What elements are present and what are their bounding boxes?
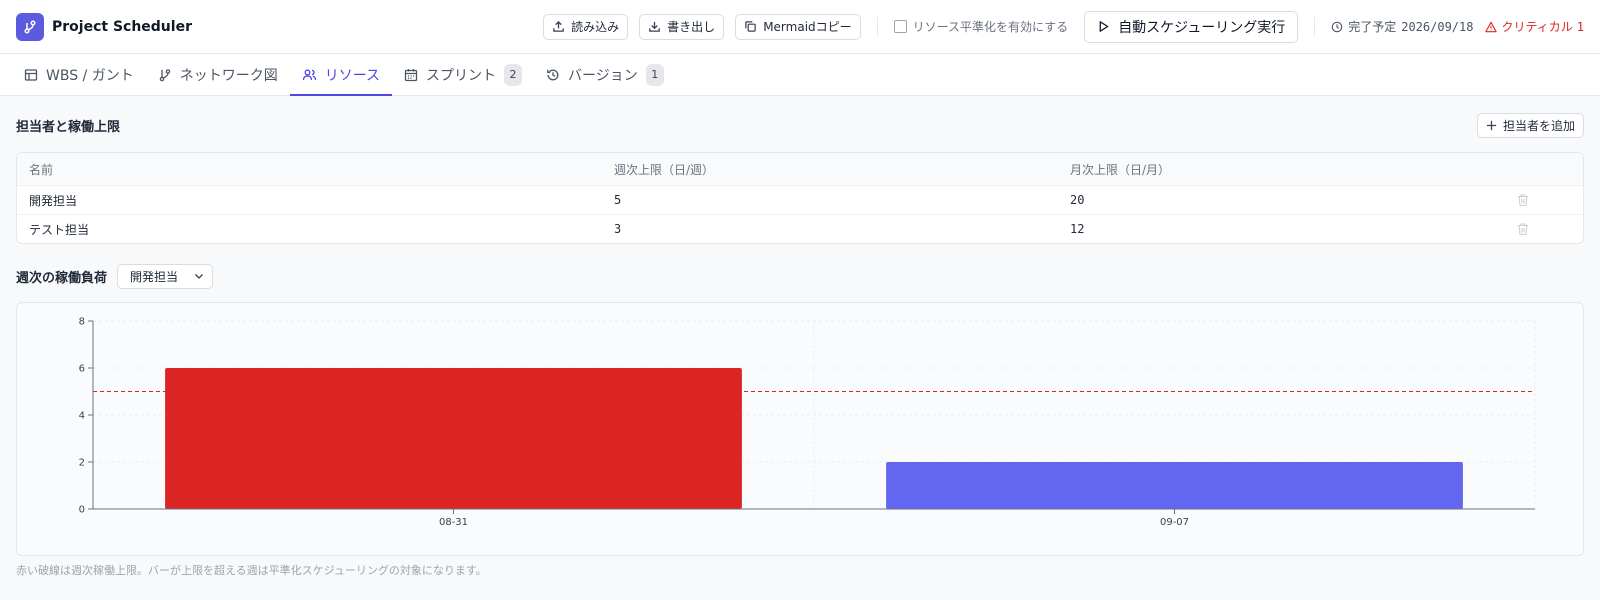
critical-label: クリティカル	[1501, 20, 1573, 34]
load-section-header: 週次の稼働負荷 開発担当	[16, 244, 1584, 302]
mermaid-label: Mermaidコピー	[763, 20, 852, 34]
due-date-indicator: 完了予定 2026/09/18	[1331, 18, 1473, 35]
app-title: Project Scheduler	[52, 18, 192, 35]
critical-count: 1	[1576, 19, 1584, 34]
export-label: 書き出し	[667, 20, 716, 34]
x-tick-label: 08-31	[439, 517, 468, 528]
column-header-monthly: 月次上限（日/月）	[1070, 162, 1171, 177]
upload-icon	[553, 20, 564, 32]
load-title: 週次の稼働負荷	[16, 270, 108, 286]
run-scheduling-label: 自動スケジューリング実行	[1118, 19, 1286, 36]
main-content: 担当者と稼働上限 担当者を追加 名前 週次上限（日/週） 月次上限（日/月） 開…	[0, 96, 1600, 578]
import-button[interactable]: 読み込み	[543, 13, 629, 40]
x-tick-label: 09-07	[1160, 517, 1189, 528]
add-assignee-button[interactable]: 担当者を追加	[1476, 112, 1584, 138]
assignee-select[interactable]: 開発担当	[117, 263, 214, 289]
git-branch-icon	[24, 19, 36, 34]
leveling-toggle[interactable]: リソース平準化を有効にする	[893, 18, 1069, 35]
weekly-load-chart: 0 2 4 6 8 08-31 09-07	[16, 302, 1584, 556]
assignee-name-cell[interactable]: テスト担当	[29, 221, 89, 238]
run-scheduling-button[interactable]: 自動スケジューリング実行	[1084, 10, 1299, 43]
plus-icon	[1486, 120, 1497, 130]
tab-bar: WBS / ガント ネットワーク図 リソース スプリント 2 バージョン 1	[0, 54, 1600, 96]
due-date-value: 2026/09/18	[1401, 19, 1474, 34]
export-button[interactable]: 書き出し	[639, 13, 725, 40]
tab-label: リソース	[324, 67, 381, 84]
tab-label: バージョン	[568, 67, 638, 84]
y-tick-label: 0	[79, 505, 85, 516]
app-header: Project Scheduler 読み込み 書き出し Mermaidコピー リ…	[0, 0, 1600, 54]
play-icon	[1099, 21, 1109, 32]
leveling-checkbox[interactable]	[893, 20, 907, 33]
assignee-select-value: 開発担当	[130, 269, 179, 284]
add-assignee-label: 担当者を追加	[1502, 118, 1575, 133]
y-tick-label: 8	[79, 317, 85, 328]
weekly-limit-cell[interactable]: 5	[614, 193, 621, 207]
monthly-limit-cell[interactable]: 12	[1070, 222, 1084, 236]
users-icon	[302, 69, 316, 80]
git-branch-icon	[159, 68, 170, 81]
warning-triangle-icon	[1485, 21, 1498, 32]
due-label: 完了予定	[1348, 20, 1397, 34]
resources-table: 名前 週次上限（日/週） 月次上限（日/月） 開発担当 5 20 テスト担当 3…	[16, 152, 1584, 244]
tab-network[interactable]: ネットワーク図	[146, 54, 290, 95]
trash-icon[interactable]	[1517, 193, 1529, 207]
trash-icon[interactable]	[1517, 222, 1529, 236]
resources-title: 担当者と稼働上限	[16, 119, 121, 135]
version-count-badge: 1	[645, 63, 664, 86]
critical-indicator[interactable]: クリティカル 1	[1485, 18, 1584, 35]
table-row: 開発担当 5 20	[17, 185, 1583, 214]
weekly-limit-cell[interactable]: 3	[614, 222, 621, 236]
clock-icon	[1331, 21, 1343, 32]
chart-bar	[886, 462, 1463, 509]
table-row: テスト担当 3 12	[17, 214, 1583, 243]
header-divider	[876, 16, 878, 37]
tab-resources[interactable]: リソース	[289, 54, 393, 96]
history-icon	[547, 69, 559, 80]
tab-versions[interactable]: バージョン 1	[534, 54, 676, 95]
column-header-weekly: 週次上限（日/週）	[614, 162, 715, 177]
import-label: 読み込み	[571, 20, 620, 34]
app-logo	[16, 12, 44, 41]
tab-sprints[interactable]: スプリント 2	[392, 54, 534, 95]
sprint-count-badge: 2	[504, 63, 523, 86]
table-header-row: 名前 週次上限（日/週） 月次上限（日/月）	[17, 153, 1583, 185]
chart-note: 赤い破線は週次稼働上限。バーが上限を超える週は平準化スケジューリングの対象になり…	[16, 564, 487, 577]
table-icon	[24, 68, 38, 81]
copy-icon	[745, 21, 756, 32]
y-tick-label: 6	[79, 364, 85, 375]
header-divider-2	[1314, 16, 1316, 37]
assignee-name-cell[interactable]: 開発担当	[29, 192, 77, 209]
resources-section-header: 担当者と稼働上限 担当者を追加	[16, 96, 1584, 152]
y-tick-label: 4	[79, 411, 85, 422]
weekly-load-chart-svg: 0 2 4 6 8 08-31 09-07	[79, 317, 1536, 528]
tab-label: ネットワーク図	[179, 67, 278, 84]
calendar-icon	[404, 68, 418, 81]
mermaid-copy-button[interactable]: Mermaidコピー	[735, 13, 861, 40]
leveling-label: リソース平準化を有効にする	[912, 20, 1069, 34]
monthly-limit-cell[interactable]: 20	[1070, 193, 1084, 207]
y-tick-label: 2	[79, 458, 85, 469]
chevron-down-icon	[195, 274, 203, 279]
tab-label: WBS / ガント	[46, 67, 134, 84]
column-header-name: 名前	[29, 162, 54, 177]
chart-bar	[165, 368, 742, 509]
download-icon	[649, 21, 660, 32]
tab-label: スプリント	[426, 67, 497, 84]
tab-wbs-gantt[interactable]: WBS / ガント	[12, 54, 146, 95]
